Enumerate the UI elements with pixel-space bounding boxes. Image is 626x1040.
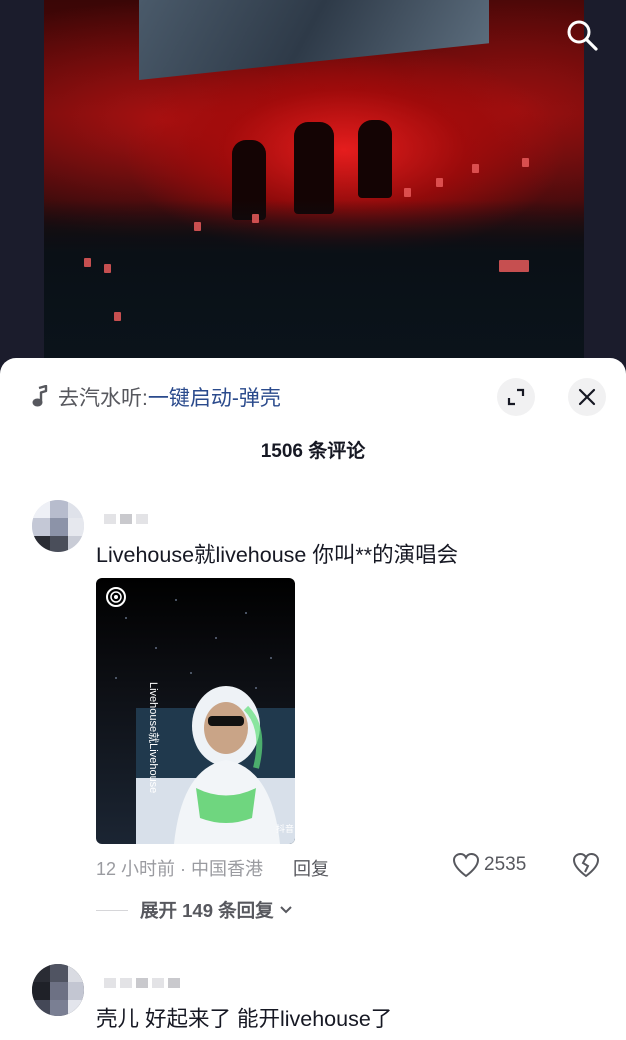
- close-button[interactable]: [568, 378, 606, 416]
- comment-meta: 12 小时前 · 中国香港 回复: [96, 855, 329, 881]
- expand-button[interactable]: [497, 378, 535, 416]
- video-frame: [44, 0, 584, 380]
- username[interactable]: [104, 978, 180, 988]
- like-count: 2535: [484, 854, 527, 875]
- timestamp-location: 12 小时前 · 中国香港: [96, 859, 264, 879]
- expand-icon: [507, 388, 525, 406]
- comment-image[interactable]: Livehouse就Livehouse 抖音: [96, 578, 295, 844]
- broken-heart-icon: [572, 852, 600, 878]
- music-prefix: 去汽水听:: [58, 387, 148, 410]
- stage-screen: [139, 0, 489, 80]
- avatar[interactable]: [32, 500, 84, 552]
- reply-button[interactable]: 回复: [293, 855, 329, 881]
- comment-sheet: 去汽水听: 一键启动-弹壳 1506 条评论 Livehouse就livehou…: [0, 358, 626, 1040]
- video-player[interactable]: [0, 0, 626, 380]
- overlay-text: Livehouse就Livehouse: [147, 682, 161, 793]
- comment-text: Livehouse就livehouse 你叫**的演唱会: [96, 543, 459, 567]
- search-button[interactable]: [563, 16, 601, 54]
- live-ring-icon: [106, 587, 126, 607]
- music-link[interactable]: 去汽水听: 一键启动-弹壳: [30, 382, 281, 412]
- music-note-icon: [32, 385, 48, 407]
- like-button[interactable]: 2535: [452, 852, 526, 878]
- comment-text: 壳儿 好起来了 能开livehouse了: [96, 1007, 393, 1031]
- comment-count: 1506 条评论: [260, 441, 366, 462]
- expand-replies-label: 展开 149 条回复: [140, 900, 274, 921]
- expand-replies-button[interactable]: 展开 149 条回复: [96, 897, 293, 923]
- music-title[interactable]: 一键启动-弹壳: [148, 382, 281, 412]
- watermark: 抖音: [276, 823, 294, 835]
- divider: [96, 909, 128, 911]
- avatar[interactable]: [32, 964, 84, 1016]
- close-icon: [578, 388, 596, 406]
- dislike-button[interactable]: [572, 852, 600, 883]
- heart-icon: [452, 852, 480, 878]
- search-icon: [567, 20, 598, 51]
- username[interactable]: [104, 514, 148, 524]
- chevron-down-icon: [279, 906, 292, 914]
